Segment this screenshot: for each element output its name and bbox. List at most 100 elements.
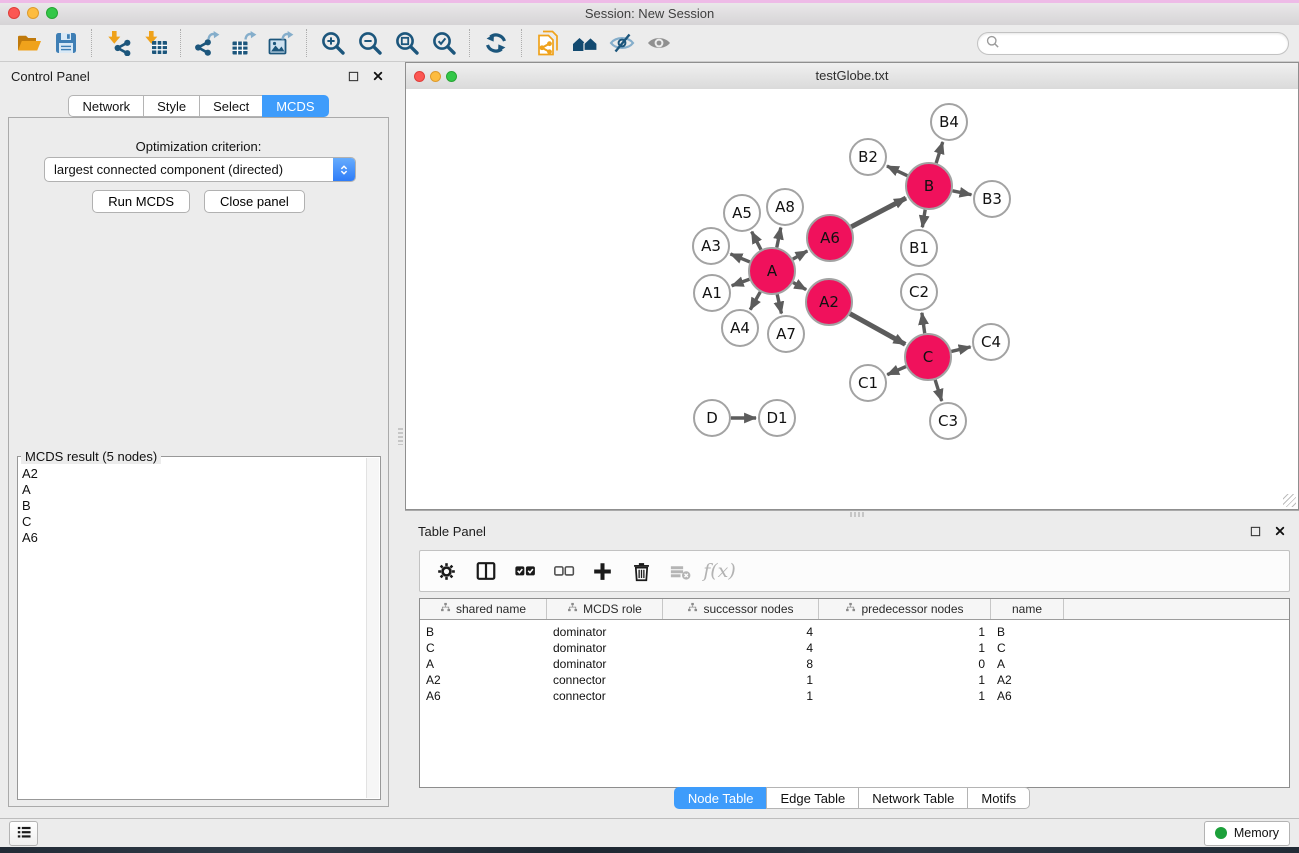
add-icon[interactable] bbox=[583, 553, 622, 589]
optimization-criterion-select[interactable]: largest connected component (directed) bbox=[44, 157, 356, 182]
zoom-fit-icon[interactable] bbox=[388, 28, 425, 59]
graph-edge-B-B1[interactable] bbox=[922, 210, 925, 228]
horizontal-splitter[interactable] bbox=[405, 510, 1299, 517]
minimize-view-button[interactable] bbox=[430, 71, 441, 82]
run-mcds-button[interactable]: Run MCDS bbox=[92, 190, 190, 213]
graph-edge-B-B4[interactable] bbox=[936, 142, 943, 163]
column-header-successor-nodes[interactable]: successor nodes bbox=[663, 599, 819, 619]
graph-node-D[interactable]: D bbox=[694, 400, 730, 436]
zoom-out-icon[interactable] bbox=[351, 28, 388, 59]
graph-node-C4[interactable]: C4 bbox=[973, 324, 1009, 360]
graph-node-A4[interactable]: A4 bbox=[722, 310, 758, 346]
graph-edge-A-A7[interactable] bbox=[777, 294, 781, 313]
graph-node-B1[interactable]: B1 bbox=[901, 230, 937, 266]
resize-grip-icon[interactable] bbox=[1283, 494, 1296, 507]
graph-edge-A-A2[interactable] bbox=[793, 282, 806, 289]
deselect-all-icon[interactable] bbox=[544, 553, 583, 589]
splitter-grip[interactable] bbox=[398, 428, 403, 445]
open-file-icon[interactable] bbox=[10, 28, 47, 59]
graph-node-A1[interactable]: A1 bbox=[694, 275, 730, 311]
graph-node-C[interactable]: C bbox=[905, 334, 951, 380]
vertical-splitter[interactable] bbox=[397, 62, 405, 818]
graph-node-B4[interactable]: B4 bbox=[931, 104, 967, 140]
graph-node-A2[interactable]: A2 bbox=[806, 279, 852, 325]
graph-node-D1[interactable]: D1 bbox=[759, 400, 795, 436]
graph-edge-A-A6[interactable] bbox=[793, 251, 808, 259]
export-image-icon[interactable] bbox=[262, 28, 299, 59]
graph-edge-B-B3[interactable] bbox=[953, 191, 972, 195]
graph-node-A[interactable]: A bbox=[749, 248, 795, 294]
column-header-predecessor-nodes[interactable]: predecessor nodes bbox=[819, 599, 991, 619]
tab-style[interactable]: Style bbox=[143, 95, 200, 117]
tab-network[interactable]: Network bbox=[68, 95, 144, 117]
tab-network-table[interactable]: Network Table bbox=[858, 787, 968, 809]
mcds-result-item[interactable]: A bbox=[22, 482, 364, 498]
result-scrollbar[interactable] bbox=[366, 458, 379, 798]
select-all-icon[interactable] bbox=[505, 553, 544, 589]
graph-node-A3[interactable]: A3 bbox=[693, 228, 729, 264]
network-canvas[interactable]: B4B2BB3A5A8A6A3B1AA1C2A2A4A7CC4C1C3DD1 bbox=[406, 89, 1298, 509]
graph-edge-A-A1[interactable] bbox=[732, 279, 750, 286]
columns-icon[interactable] bbox=[466, 553, 505, 589]
tab-motifs[interactable]: Motifs bbox=[967, 787, 1030, 809]
graph-node-A7[interactable]: A7 bbox=[768, 316, 804, 352]
table-row[interactable]: A6connector11A6 bbox=[420, 688, 1289, 704]
table-row[interactable]: A2connector11A2 bbox=[420, 672, 1289, 688]
mcds-result-item[interactable]: B bbox=[22, 498, 364, 514]
export-network-icon[interactable] bbox=[188, 28, 225, 59]
zoom-selected-icon[interactable] bbox=[425, 28, 462, 59]
tab-select[interactable]: Select bbox=[199, 95, 263, 117]
table-row[interactable]: Adominator80A bbox=[420, 656, 1289, 672]
homes-icon[interactable] bbox=[566, 28, 603, 59]
close-view-button[interactable] bbox=[414, 71, 425, 82]
mcds-result-item[interactable]: A2 bbox=[22, 466, 364, 482]
graph-node-A5[interactable]: A5 bbox=[724, 195, 760, 231]
graph-edge-A-A3[interactable] bbox=[730, 254, 749, 262]
save-icon[interactable] bbox=[47, 28, 84, 59]
table-row[interactable]: Bdominator41B bbox=[420, 624, 1289, 640]
hide-details-icon[interactable] bbox=[603, 28, 640, 59]
float-panel-icon[interactable] bbox=[345, 68, 362, 85]
close-panel-icon[interactable] bbox=[1271, 523, 1288, 540]
graph-edge-C-C4[interactable] bbox=[951, 347, 970, 352]
network-graph[interactable]: B4B2BB3A5A8A6A3B1AA1C2A2A4A7CC4C1C3DD1 bbox=[406, 89, 1298, 509]
settings-icon[interactable] bbox=[427, 553, 466, 589]
show-details-icon[interactable] bbox=[640, 28, 677, 59]
memory-button[interactable]: Memory bbox=[1204, 821, 1290, 846]
new-network-icon[interactable] bbox=[529, 28, 566, 59]
tab-node-table[interactable]: Node Table bbox=[674, 787, 768, 809]
graph-edge-A2-C[interactable] bbox=[850, 314, 905, 345]
table-row[interactable]: Cdominator41C bbox=[420, 640, 1289, 656]
maximize-view-button[interactable] bbox=[446, 71, 457, 82]
graph-edge-A-A5[interactable] bbox=[752, 232, 761, 250]
refresh-icon[interactable] bbox=[477, 28, 514, 59]
zoom-in-icon[interactable] bbox=[314, 28, 351, 59]
import-network-icon[interactable] bbox=[99, 28, 136, 59]
close-panel-icon[interactable] bbox=[369, 68, 386, 85]
search-input[interactable] bbox=[1000, 35, 1281, 51]
graph-edge-B-B2[interactable] bbox=[887, 166, 907, 176]
task-history-button[interactable] bbox=[9, 821, 38, 846]
graph-node-B[interactable]: B bbox=[906, 163, 952, 209]
tab-edge-table[interactable]: Edge Table bbox=[766, 787, 859, 809]
graph-node-C1[interactable]: C1 bbox=[850, 365, 886, 401]
column-header-name[interactable]: name bbox=[991, 599, 1064, 619]
float-panel-icon[interactable] bbox=[1247, 523, 1264, 540]
graph-node-A8[interactable]: A8 bbox=[767, 189, 803, 225]
graph-node-C3[interactable]: C3 bbox=[930, 403, 966, 439]
graph-edge-A-A8[interactable] bbox=[777, 228, 781, 248]
column-header-mcds-role[interactable]: MCDS role bbox=[547, 599, 663, 619]
delete-icon[interactable] bbox=[622, 553, 661, 589]
search-box[interactable] bbox=[977, 32, 1289, 55]
graph-edge-C-C1[interactable] bbox=[887, 367, 906, 375]
graph-edge-C-C3[interactable] bbox=[935, 380, 942, 401]
graph-node-B2[interactable]: B2 bbox=[850, 139, 886, 175]
mcds-result-item[interactable]: C bbox=[22, 514, 364, 530]
import-table-icon[interactable] bbox=[136, 28, 173, 59]
graph-node-C2[interactable]: C2 bbox=[901, 274, 937, 310]
export-table-icon[interactable] bbox=[225, 28, 262, 59]
close-panel-button[interactable]: Close panel bbox=[204, 190, 305, 213]
network-window-controls[interactable] bbox=[414, 71, 457, 82]
graph-edge-A6-B[interactable] bbox=[851, 198, 906, 227]
graph-edge-A-A4[interactable] bbox=[750, 292, 760, 310]
